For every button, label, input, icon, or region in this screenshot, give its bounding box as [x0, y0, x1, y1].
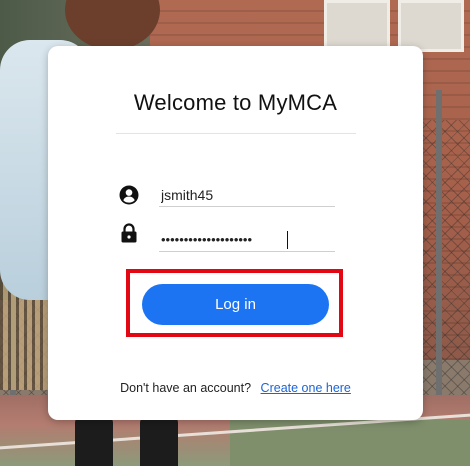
create-account-link[interactable]: Create one here [261, 381, 351, 395]
signup-row: Don't have an account? Create one here [48, 381, 423, 395]
login-button[interactable]: Log in [142, 284, 329, 325]
signup-prompt: Don't have an account? [120, 381, 252, 395]
username-input[interactable] [159, 183, 335, 207]
login-card: Welcome to MyMCA Log in Don't have an ac… [48, 46, 423, 420]
password-input[interactable] [159, 228, 335, 252]
page-title: Welcome to MyMCA [133, 90, 338, 115]
title-divider [116, 133, 356, 134]
account-circle-icon [119, 185, 139, 205]
lock-icon [120, 223, 140, 243]
text-cursor [287, 231, 288, 249]
